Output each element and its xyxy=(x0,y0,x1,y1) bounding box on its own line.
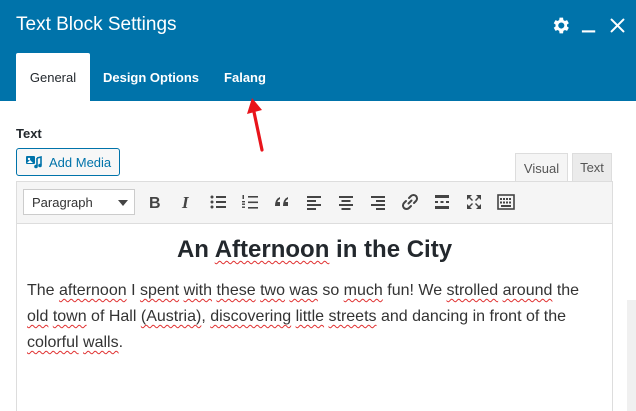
tab-design-options[interactable]: Design Options xyxy=(98,53,204,101)
bold-icon[interactable]: B xyxy=(143,191,165,213)
paragraph-text: of Hall xyxy=(86,308,141,325)
misspelled-word: walls xyxy=(83,334,119,351)
svg-text:I: I xyxy=(181,193,190,211)
italic-icon[interactable]: I xyxy=(175,191,197,213)
close-icon[interactable] xyxy=(607,14,627,36)
paragraph-text: . xyxy=(118,334,124,351)
tab-visual[interactable]: Visual xyxy=(515,153,568,182)
blockquote-icon[interactable] xyxy=(271,191,293,213)
paragraph-text: so xyxy=(317,282,344,299)
misspelled-word: strolled xyxy=(446,282,499,299)
misspelled-word: little xyxy=(295,308,325,325)
annotation-arrow-icon xyxy=(247,98,264,152)
text-block-settings-window: Text Block Settings General Design Optio… xyxy=(0,0,636,411)
add-media-label: Add Media xyxy=(49,154,112,170)
numbered-list-icon[interactable] xyxy=(239,191,261,213)
misspelled-word: streets xyxy=(328,308,377,325)
misspelled-word: town xyxy=(52,308,87,325)
paragraph-text: I xyxy=(126,282,140,299)
misspelled-word: spent xyxy=(139,282,180,299)
format-select-value: Paragraph xyxy=(32,194,93,210)
tab-falang[interactable]: Falang xyxy=(216,53,274,101)
misspelled-word: old xyxy=(27,308,49,325)
misspelled-word: afternoon xyxy=(59,282,127,299)
misspelled-word: discovering xyxy=(210,308,292,325)
heading-text: in the City xyxy=(329,236,453,263)
content-paragraph: The afternoon I spent with these two was… xyxy=(27,278,602,356)
paragraph-text: and dancing in front of the xyxy=(376,308,566,325)
misspelled-word: these xyxy=(216,282,256,299)
rich-text-editor[interactable]: Paragraph B I An Afternoon in the City T… xyxy=(16,181,613,411)
minimize-icon[interactable] xyxy=(580,14,598,36)
content-heading: An Afternoon in the City xyxy=(27,236,602,264)
heading-text-misspelled: Afternoon xyxy=(214,236,330,263)
svg-text:B: B xyxy=(149,195,161,211)
tab-text[interactable]: Text xyxy=(572,153,612,181)
misspelled-word: with xyxy=(183,282,213,299)
misspelled-word: colorful xyxy=(27,334,79,351)
chevron-down-icon xyxy=(118,200,128,206)
text-section-label: Text xyxy=(16,126,42,141)
toolbar-toggle-icon[interactable] xyxy=(495,191,517,213)
align-right-icon[interactable] xyxy=(367,191,389,213)
settings-header: Text Block Settings General Design Optio… xyxy=(0,0,636,101)
format-select[interactable]: Paragraph xyxy=(23,189,135,215)
misspelled-word: two xyxy=(260,282,285,299)
paragraph-text: fun! We xyxy=(382,282,447,299)
paragraph-text: , xyxy=(201,308,211,325)
paragraph-text: the xyxy=(552,282,580,299)
editor-content[interactable]: An Afternoon in the City The afternoon I… xyxy=(17,224,612,411)
paragraph-text: The xyxy=(27,282,60,299)
link-icon[interactable] xyxy=(399,191,421,213)
align-left-icon[interactable] xyxy=(303,191,325,213)
add-media-button[interactable]: Add Media xyxy=(16,148,120,176)
align-center-icon[interactable] xyxy=(335,191,357,213)
misspelled-word: much xyxy=(343,282,383,299)
gear-icon[interactable] xyxy=(549,14,571,36)
misspelled-word: was xyxy=(289,282,318,299)
heading-text: An xyxy=(176,236,215,263)
read-more-icon[interactable] xyxy=(431,191,453,213)
media-icon xyxy=(25,154,43,170)
bullet-list-icon[interactable] xyxy=(207,191,229,213)
misspelled-word: around xyxy=(502,282,553,299)
window-title: Text Block Settings xyxy=(16,14,177,35)
tab-general[interactable]: General xyxy=(16,53,90,101)
editor-toolbar: Paragraph B I xyxy=(17,182,612,224)
fullscreen-icon[interactable] xyxy=(463,191,485,213)
misspelled-word: (Austria) xyxy=(140,308,202,325)
scrollbar[interactable] xyxy=(627,300,636,411)
